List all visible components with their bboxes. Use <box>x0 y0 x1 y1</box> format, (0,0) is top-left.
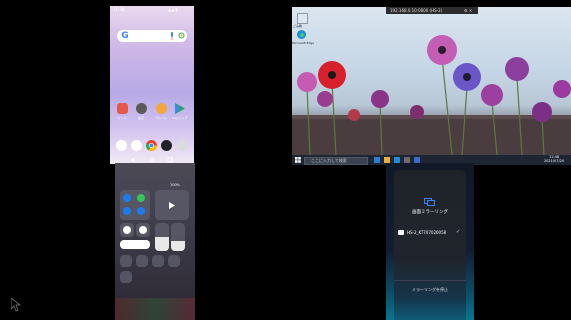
ios-status-battery: 100% <box>170 183 181 187</box>
android-status-bar: 11:48 ▲◢ ▮ <box>110 6 194 14</box>
taskbar-search-box[interactable]: ここに入力して検索 <box>304 157 368 165</box>
app-label-tool: ツール <box>117 116 127 120</box>
recycle-bin-icon[interactable] <box>297 13 308 24</box>
taskbar-date: 2021/07/20 <box>543 159 565 163</box>
chrome-icon[interactable] <box>146 140 157 151</box>
flower-wallpaper <box>292 35 571 156</box>
play-store-icon[interactable] <box>174 103 185 114</box>
app-label-settings: 設定 <box>137 116 144 120</box>
rotation-lock-icon <box>123 226 131 234</box>
task-view-icon[interactable] <box>374 157 380 163</box>
flashlight-icon[interactable] <box>120 255 132 267</box>
connectivity-panel <box>120 190 150 220</box>
taskbar-search-placeholder: ここに入力して検索 <box>311 158 347 163</box>
play-icon[interactable] <box>168 202 176 209</box>
edge-label: Microsoft Edge <box>292 41 315 45</box>
checkmark-icon: ✓ <box>456 229 461 235</box>
wifi-icon[interactable] <box>123 207 131 215</box>
recycle-bin-label: ごみ箱 <box>293 24 303 28</box>
blurred-background <box>115 298 195 320</box>
do-not-disturb-button[interactable] <box>136 223 150 237</box>
stop-mirroring-button[interactable]: ミラーリングを停止 <box>394 287 466 293</box>
android-status-time: 11:48 <box>113 7 125 12</box>
rotation-lock-button[interactable] <box>120 223 134 237</box>
airplane-mode-icon[interactable] <box>123 194 131 202</box>
android-status-icons: ▲◢ ▮ <box>168 7 178 12</box>
cellular-icon[interactable] <box>137 194 145 202</box>
bluetooth-icon[interactable] <box>137 207 145 215</box>
camera-icon[interactable] <box>168 255 180 267</box>
screen-mirroring-panel: 画面ミラーリング HS-2_KT707020058 ✓ ミラーリングを停止 <box>394 170 466 320</box>
remote-session-controls[interactable]: ⚙ ✕ <box>464 7 472 14</box>
mirroring-device-row[interactable]: HS-2_KT707020058 ✓ <box>396 228 464 238</box>
mirroring-device-name: HS-2_KT707020058 <box>407 230 447 235</box>
camera-icon[interactable] <box>161 140 172 151</box>
messages-icon[interactable] <box>131 140 142 151</box>
microphone-icon[interactable] <box>169 32 175 40</box>
taskbar-clock: 11:48 2021/07/20 <box>538 155 570 163</box>
app-label-album: アルバム <box>155 116 167 120</box>
screen-mirroring-button[interactable] <box>120 240 150 249</box>
edge-icon[interactable] <box>297 30 306 39</box>
windows-desktop: 192.168.0.10:0000 (HS-2) ⚙ ✕ ごみ箱 Microso… <box>292 7 571 165</box>
remote-session-title: 192.168.0.10:0000 (HS-2) <box>390 8 443 13</box>
android-screen: 11:48 ▲◢ ▮ G ツール 設定 アルバム Playストア <box>110 6 194 164</box>
screen-mirroring-icon <box>424 198 435 206</box>
divider <box>394 280 466 281</box>
media-panel <box>155 190 189 220</box>
home-icon[interactable] <box>149 157 155 163</box>
screen-mirroring-screen: 画面ミラーリング HS-2_KT707020058 ✓ ミラーリングを停止 <box>386 163 474 320</box>
apple-tv-icon <box>398 230 404 235</box>
google-g-icon: G <box>121 31 129 41</box>
timer-icon[interactable] <box>136 255 148 267</box>
qr-scanner-icon[interactable] <box>120 271 132 283</box>
mirroring-title: 画面ミラーリング <box>412 210 448 215</box>
mouse-cursor-icon <box>11 298 21 312</box>
moon-icon <box>139 226 147 234</box>
album-app-icon[interactable] <box>156 103 167 114</box>
ios-control-center: 100% <box>115 163 195 320</box>
brightness-fill <box>155 237 169 251</box>
volume-fill <box>171 241 185 251</box>
gear-icon[interactable] <box>176 140 187 151</box>
brightness-slider[interactable] <box>155 223 169 251</box>
remote-session-bar: 192.168.0.10:0000 (HS-2) ⚙ ✕ <box>386 7 478 14</box>
back-icon[interactable] <box>131 158 134 162</box>
tool-folder-icon[interactable] <box>117 103 128 114</box>
volume-slider[interactable] <box>171 223 185 251</box>
recents-icon[interactable] <box>167 157 173 163</box>
google-lens-icon[interactable] <box>178 32 185 39</box>
windows-start-icon[interactable] <box>295 157 301 163</box>
google-search-bar[interactable]: G <box>117 30 187 42</box>
phone-icon[interactable] <box>116 140 127 151</box>
calculator-icon[interactable] <box>152 255 164 267</box>
app-label-play-store: Playストア <box>172 116 188 120</box>
settings-app-icon[interactable] <box>136 103 147 114</box>
